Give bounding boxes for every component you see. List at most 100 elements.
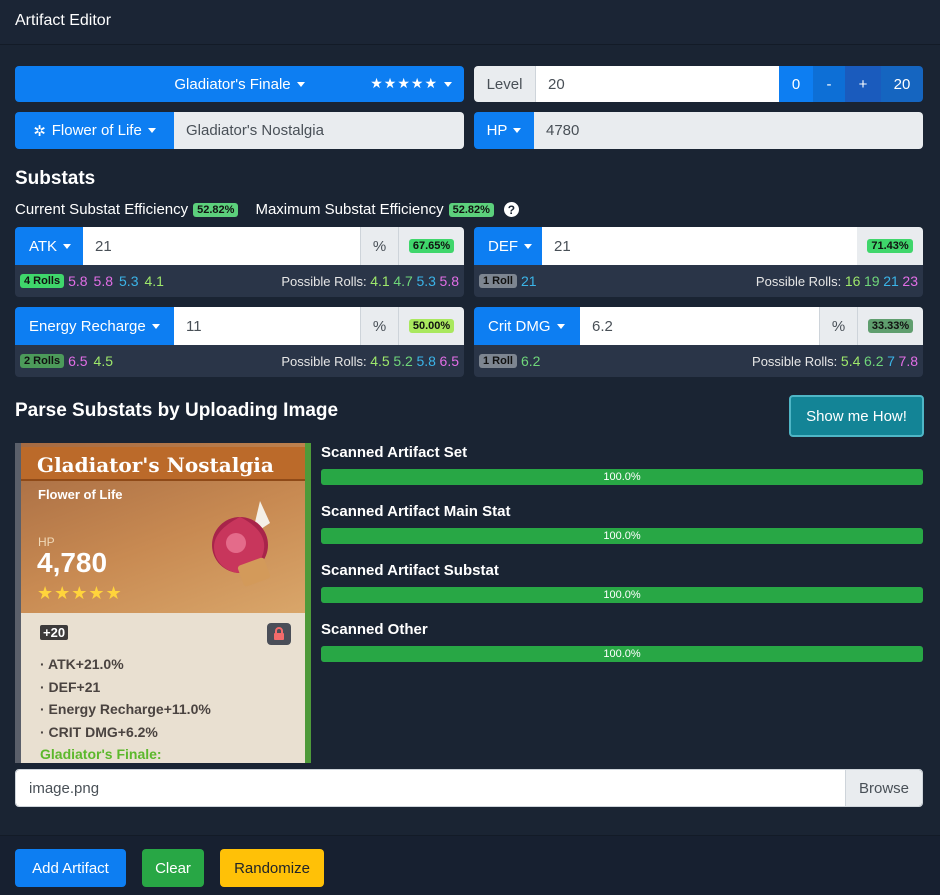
mainstat-dropdown[interactable]: HP bbox=[474, 112, 534, 149]
parse-title: Parse Substats by Uploading Image bbox=[15, 400, 339, 421]
progress-bar: 100.0% bbox=[321, 469, 923, 485]
possible-value: 16 bbox=[844, 273, 861, 289]
artifact-screenshot: Gladiator's Nostalgia Flower of Life HP … bbox=[15, 443, 311, 763]
scan-label: Scanned Artifact Main Stat bbox=[321, 503, 511, 520]
level-label: Level bbox=[474, 66, 536, 102]
substat-dropdown[interactable]: Crit DMG bbox=[474, 307, 580, 345]
possible-rolls-label: Possible Rolls: bbox=[281, 354, 367, 369]
image-stars: ★★★★★ bbox=[37, 583, 123, 603]
possible-value: 6.5 bbox=[439, 353, 459, 369]
substat-efficiency: 50.00% bbox=[398, 307, 464, 345]
possible-value: 5.8 bbox=[439, 273, 459, 289]
roll-value: 5.8 bbox=[68, 273, 88, 289]
substat-card: Energy Recharge 11 % 50.00% 2 Rolls 6.5 … bbox=[15, 307, 464, 377]
add-artifact-button[interactable]: Add Artifact bbox=[15, 849, 126, 887]
progress-bar: 100.0% bbox=[321, 587, 923, 603]
randomize-button[interactable]: Randomize bbox=[220, 849, 324, 887]
rolls-badge: 1 Roll bbox=[479, 274, 517, 288]
substat-unit: % bbox=[819, 307, 857, 345]
rolls-badge: 4 Rolls bbox=[20, 274, 65, 288]
mainstat-label: HP bbox=[486, 122, 508, 139]
substat-input[interactable]: 11 bbox=[174, 307, 360, 345]
card-header: Artifact Editor bbox=[0, 0, 940, 45]
chevron-down-icon[interactable] bbox=[444, 81, 452, 87]
possible-value: 5.4 bbox=[840, 353, 861, 369]
substat-footer: 2 Rolls 6.5 4.5 Possible Rolls: 4.5 5.2 … bbox=[15, 345, 464, 377]
lock-icon bbox=[267, 623, 291, 645]
page-title: Artifact Editor bbox=[15, 12, 112, 29]
scan-label: Scanned Other bbox=[321, 621, 428, 638]
roll-value: 21 bbox=[520, 273, 537, 289]
browse-button[interactable]: Browse bbox=[845, 770, 922, 806]
substat-efficiency: 67.65% bbox=[398, 227, 464, 265]
chevron-down-icon bbox=[296, 82, 305, 88]
level-max-button[interactable]: 20 bbox=[881, 66, 923, 102]
possible-value: 6.2 bbox=[864, 353, 884, 369]
max-efficiency-label: Maximum Substat Efficiency bbox=[255, 201, 444, 218]
clear-button[interactable]: Clear bbox=[142, 849, 204, 887]
star-rating[interactable]: ★★★★★ bbox=[370, 75, 438, 91]
substat-footer: 1 Roll 21 Possible Rolls: 16 19 21 23 bbox=[474, 265, 923, 297]
slot-dropdown[interactable]: ✲ Flower of Life bbox=[15, 112, 174, 149]
chevron-down-icon bbox=[147, 128, 156, 133]
roll-value: 6.5 bbox=[68, 353, 88, 369]
substat-unit: % bbox=[360, 227, 398, 265]
substat-efficiency: 33.33% bbox=[857, 307, 923, 345]
substat-dropdown[interactable]: DEF bbox=[474, 227, 542, 265]
possible-rolls-label: Possible Rolls: bbox=[752, 354, 838, 369]
efficiency-line: Current Substat Efficiency 52.82% Maximu… bbox=[15, 201, 519, 218]
scan-label: Scanned Artifact Set bbox=[321, 444, 468, 461]
scan-progress-list: Scanned Artifact Set 100.0% Scanned Arti… bbox=[321, 444, 923, 680]
progress-bar: 100.0% bbox=[321, 646, 923, 662]
flower-icon: ✲ bbox=[33, 122, 46, 140]
chevron-down-icon bbox=[513, 128, 522, 133]
roll-value: 5.3 bbox=[119, 273, 139, 289]
current-efficiency-label: Current Substat Efficiency bbox=[15, 201, 189, 218]
substats-title: Substats bbox=[15, 168, 96, 189]
piece-name-field: Gladiator's Nostalgia bbox=[174, 112, 464, 149]
substat-footer: 4 Rolls 5.8 5.8 5.3 4.1 Possible Rolls: … bbox=[15, 265, 464, 297]
roll-value: 6.2 bbox=[520, 353, 541, 369]
level-minus-button[interactable]: - bbox=[813, 66, 845, 102]
efficiency-badge: 67.65% bbox=[408, 239, 455, 253]
image-substat-line: · ATK+21.0% bbox=[40, 656, 124, 672]
substat-unit: % bbox=[360, 307, 398, 345]
substat-input[interactable]: 6.2 bbox=[580, 307, 819, 345]
level-input[interactable]: 20 bbox=[536, 66, 779, 102]
possible-rolls-label: Possible Rolls: bbox=[281, 274, 367, 289]
substat-name: ATK bbox=[29, 237, 58, 255]
flower-artifact-icon bbox=[212, 501, 271, 587]
current-efficiency-badge: 52.82% bbox=[193, 202, 239, 217]
show-me-how-button[interactable]: Show me How! bbox=[789, 395, 924, 437]
help-icon[interactable]: ? bbox=[503, 202, 519, 217]
image-substat-line: · CRIT DMG+6.2% bbox=[40, 723, 158, 740]
possible-value: 4.7 bbox=[393, 273, 413, 289]
substat-card: ATK 21 % 67.65% 4 Rolls 5.8 5.8 5.3 4.1 … bbox=[15, 227, 464, 297]
slot-group: ✲ Flower of Life Gladiator's Nostalgia bbox=[15, 112, 464, 149]
chevron-down-icon bbox=[63, 243, 72, 249]
image-slot: Flower of Life bbox=[38, 487, 123, 502]
substat-card: Crit DMG 6.2 % 33.33% 1 Roll 6.2 Possibl… bbox=[474, 307, 923, 377]
substat-dropdown[interactable]: ATK bbox=[15, 227, 83, 265]
max-efficiency-badge: 52.82% bbox=[448, 202, 494, 217]
substat-dropdown[interactable]: Energy Recharge bbox=[15, 307, 174, 345]
roll-value: 4.1 bbox=[144, 273, 164, 289]
image-title: Gladiator's Nostalgia bbox=[37, 453, 274, 477]
progress-track: 100.0% bbox=[321, 469, 923, 485]
substat-input[interactable]: 21 bbox=[542, 227, 857, 265]
progress-track: 100.0% bbox=[321, 646, 923, 662]
image-substat-line: · Energy Recharge+11.0% bbox=[40, 701, 211, 717]
set-dropdown[interactable]: Gladiator's Finale ★★★★★ bbox=[15, 66, 464, 102]
progress-track: 100.0% bbox=[321, 587, 923, 603]
substat-name: DEF bbox=[488, 237, 518, 255]
image-level: +20 bbox=[40, 625, 69, 640]
level-plus-button[interactable]: + bbox=[845, 66, 881, 102]
possible-value: 7 bbox=[887, 353, 895, 369]
level-zero-button[interactable]: 0 bbox=[779, 66, 813, 102]
substat-name: Energy Recharge bbox=[29, 317, 146, 335]
substat-input[interactable]: 21 bbox=[83, 227, 360, 265]
level-group: Level 20 0 - + 20 bbox=[474, 66, 923, 102]
progress-track: 100.0% bbox=[321, 528, 923, 544]
file-input[interactable]: image.png Browse bbox=[15, 769, 923, 807]
file-name[interactable]: image.png bbox=[16, 770, 845, 806]
